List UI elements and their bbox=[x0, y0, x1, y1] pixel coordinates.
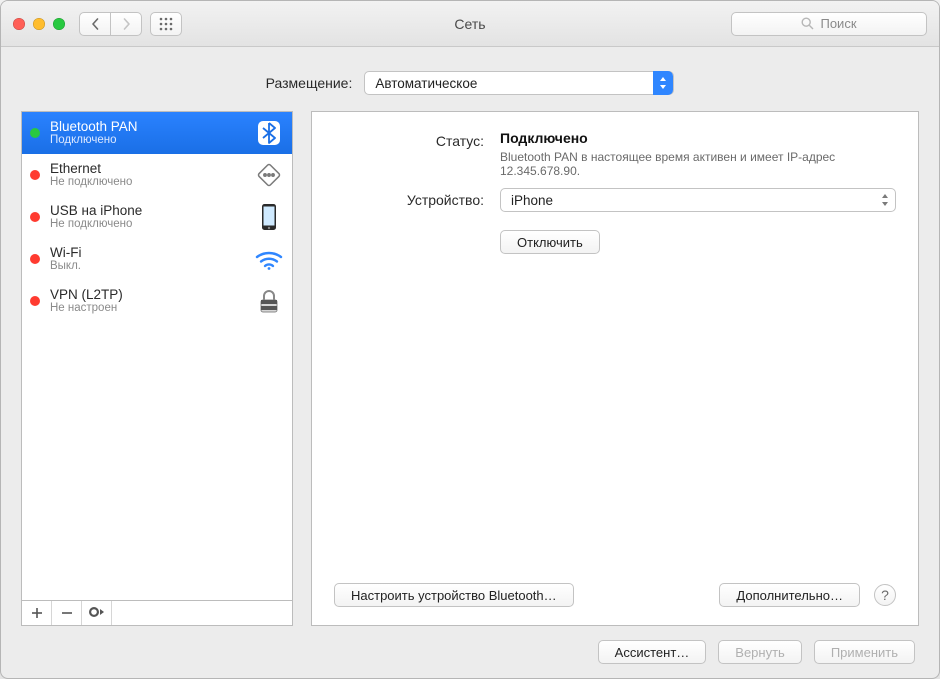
grid-icon bbox=[159, 17, 173, 31]
status-dot bbox=[30, 254, 40, 264]
service-status: Выкл. bbox=[50, 260, 248, 273]
service-labels: VPN (L2TP)Не настроен bbox=[50, 287, 248, 316]
window-bottom-buttons: Ассистент… Вернуть Применить bbox=[21, 626, 919, 664]
device-value: iPhone bbox=[511, 193, 553, 208]
service-row-wifi[interactable]: Wi-FiВыкл. bbox=[22, 238, 292, 280]
status-dot bbox=[30, 128, 40, 138]
service-row-lock[interactable]: VPN (L2TP)Не настроен bbox=[22, 280, 292, 322]
lock-icon bbox=[254, 286, 284, 316]
service-name: Ethernet bbox=[50, 161, 248, 177]
detail-form: Статус: Подключено Bluetooth PAN в насто… bbox=[334, 130, 896, 254]
wifi-icon bbox=[254, 244, 284, 274]
status-value: Подключено bbox=[500, 130, 896, 146]
iphone-icon bbox=[254, 202, 284, 232]
location-row: Размещение: Автоматическое bbox=[21, 71, 919, 95]
plus-icon bbox=[31, 607, 43, 619]
service-status: Не подключено bbox=[50, 176, 248, 189]
advanced-button[interactable]: Дополнительно… bbox=[719, 583, 860, 607]
add-service-button[interactable] bbox=[22, 601, 52, 625]
nav-back-forward bbox=[79, 12, 142, 36]
apply-button[interactable]: Применить bbox=[814, 640, 915, 664]
service-row-iphone[interactable]: USB на iPhoneНе подключено bbox=[22, 196, 292, 238]
service-name: Wi-Fi bbox=[50, 245, 248, 261]
location-value: Автоматическое bbox=[375, 76, 477, 91]
device-popup[interactable]: iPhone bbox=[500, 188, 896, 212]
window-body: Размещение: Автоматическое Bluetooth PAN… bbox=[1, 47, 939, 678]
location-popup[interactable]: Автоматическое bbox=[364, 71, 674, 95]
service-status: Не подключено bbox=[50, 218, 248, 231]
status-dot bbox=[30, 170, 40, 180]
services-toolbar bbox=[21, 600, 293, 626]
forward-button[interactable] bbox=[110, 12, 142, 36]
show-all-button[interactable] bbox=[150, 12, 182, 36]
service-name: Bluetooth PAN bbox=[50, 119, 248, 135]
disconnect-button[interactable]: Отключить bbox=[500, 230, 600, 254]
search-icon bbox=[801, 17, 814, 30]
bluetooth-icon bbox=[254, 118, 284, 148]
main-split: Bluetooth PANПодключеноEthernetНе подклю… bbox=[21, 111, 919, 626]
minimize-window-button[interactable] bbox=[33, 18, 45, 30]
detail-bottom-bar: Настроить устройство Bluetooth… Дополнит… bbox=[334, 583, 896, 607]
chevron-right-icon bbox=[122, 18, 131, 30]
popup-arrows-icon bbox=[653, 71, 673, 95]
close-window-button[interactable] bbox=[13, 18, 25, 30]
configure-bluetooth-button[interactable]: Настроить устройство Bluetooth… bbox=[334, 583, 574, 607]
status-description: Bluetooth PAN в настоящее время активен … bbox=[500, 150, 860, 178]
minus-icon bbox=[61, 607, 73, 619]
titlebar: Сеть Поиск bbox=[1, 1, 939, 47]
help-button[interactable]: ? bbox=[874, 584, 896, 606]
remove-service-button[interactable] bbox=[52, 601, 82, 625]
service-actions-button[interactable] bbox=[82, 601, 112, 625]
ethernet-icon bbox=[254, 160, 284, 190]
service-labels: Wi-FiВыкл. bbox=[50, 245, 248, 274]
location-label: Размещение: bbox=[266, 75, 353, 91]
gear-icon bbox=[89, 607, 105, 619]
status-dot bbox=[30, 296, 40, 306]
service-labels: EthernetНе подключено bbox=[50, 161, 248, 190]
service-status: Не настроен bbox=[50, 302, 248, 315]
services-list: Bluetooth PANПодключеноEthernetНе подклю… bbox=[21, 111, 293, 600]
network-prefs-window: Сеть Поиск Размещение: Автоматическое Bl… bbox=[0, 0, 940, 679]
service-name: USB на iPhone bbox=[50, 203, 248, 219]
revert-button[interactable]: Вернуть bbox=[718, 640, 802, 664]
assistant-button[interactable]: Ассистент… bbox=[598, 640, 707, 664]
back-button[interactable] bbox=[79, 12, 111, 36]
service-labels: USB на iPhoneНе подключено bbox=[50, 203, 248, 232]
services-sidebar: Bluetooth PANПодключеноEthernetНе подклю… bbox=[21, 111, 293, 626]
search-field[interactable]: Поиск bbox=[731, 12, 927, 36]
chevron-left-icon bbox=[91, 18, 100, 30]
service-row-bluetooth[interactable]: Bluetooth PANПодключено bbox=[22, 112, 292, 154]
zoom-window-button[interactable] bbox=[53, 18, 65, 30]
service-labels: Bluetooth PANПодключено bbox=[50, 119, 248, 148]
service-row-ethernet[interactable]: EthernetНе подключено bbox=[22, 154, 292, 196]
detail-pane: Статус: Подключено Bluetooth PAN в насто… bbox=[311, 111, 919, 626]
popup-arrows-icon bbox=[875, 188, 895, 212]
traffic-lights bbox=[13, 18, 65, 30]
device-label: Устройство: bbox=[334, 188, 484, 208]
search-placeholder: Поиск bbox=[820, 16, 856, 31]
status-label: Статус: bbox=[334, 130, 484, 149]
status-dot bbox=[30, 212, 40, 222]
service-name: VPN (L2TP) bbox=[50, 287, 248, 303]
service-status: Подключено bbox=[50, 134, 248, 147]
question-icon: ? bbox=[881, 587, 889, 603]
